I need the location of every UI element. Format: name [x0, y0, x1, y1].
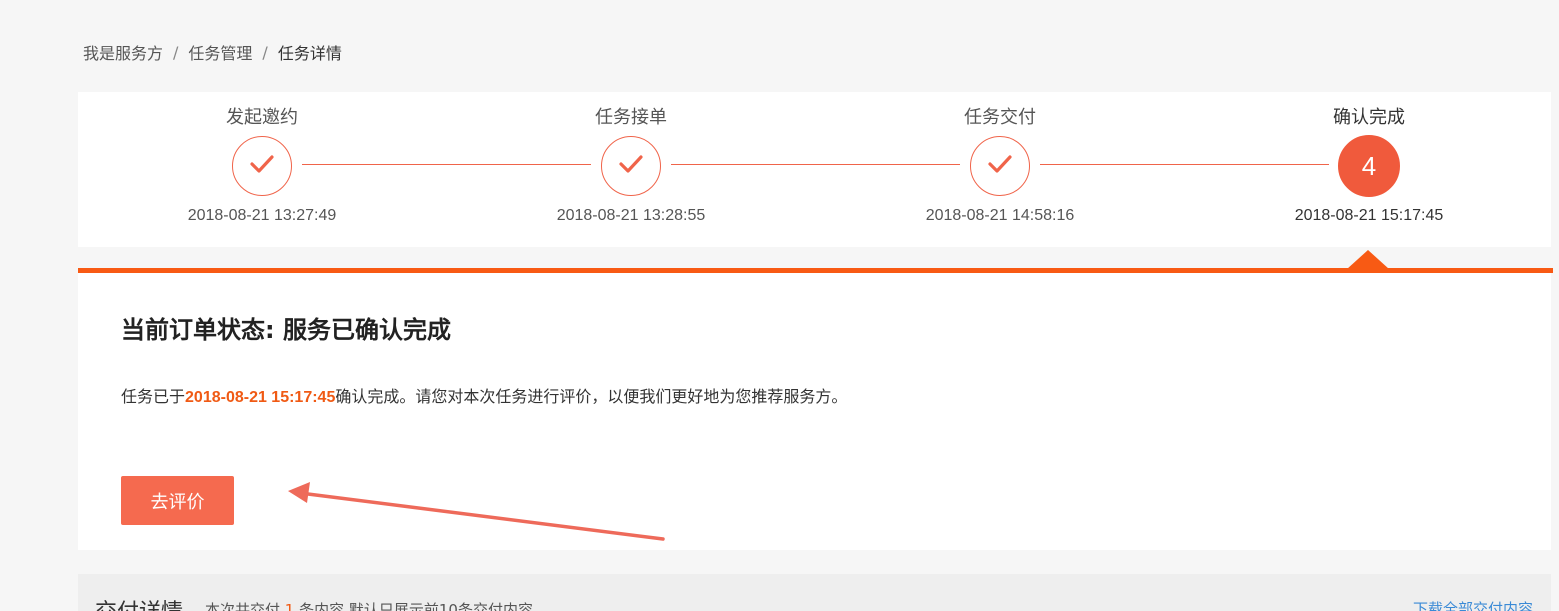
breadcrumb-item-task-detail: 任务详情: [277, 44, 342, 63]
check-icon: [249, 154, 275, 178]
step-circle: [970, 136, 1030, 196]
order-status-title: 当前订单状态: 服务已确认完成: [121, 316, 451, 344]
breadcrumb: 我是服务方 / 任务管理 / 任务详情: [83, 40, 342, 64]
delivery-description: 本次共交付 1 条内容,默认只展示前10条交付内容: [205, 599, 533, 611]
breadcrumb-item-provider[interactable]: 我是服务方: [83, 40, 163, 64]
status-highlight-time: 2018-08-21 15:17:45: [185, 389, 336, 406]
step-time: 2018-08-21 13:27:49: [187, 207, 337, 224]
step-circle-active: 4: [1338, 135, 1400, 197]
order-status-message: 任务已于2018-08-21 15:17:45确认完成。请您对本次任务进行评价，…: [121, 383, 847, 407]
step-number: 4: [1361, 150, 1377, 181]
breadcrumb-separator: /: [262, 42, 268, 62]
step-time: 2018-08-21 15:17:45: [1294, 207, 1444, 224]
delivery-count: 1: [284, 601, 295, 611]
step-circle: [232, 136, 292, 196]
step-label: 发起邀约: [226, 107, 298, 128]
step-circle: [601, 136, 661, 196]
step-label: 确认完成: [1333, 107, 1405, 128]
delivery-title: 交付详情: [95, 594, 183, 611]
delivery-desc-suffix: 条内容,默认只展示前10条交付内容: [299, 601, 533, 611]
delivery-desc-prefix: 本次共交付: [205, 601, 281, 611]
status-text-suffix: 确认完成。请您对本次任务进行评价，以便我们更好地为您推荐服务方。: [335, 387, 848, 406]
step-time: 2018-08-21 13:28:55: [556, 207, 706, 224]
step-connector: [671, 164, 960, 165]
annotation-arrow-icon: [288, 482, 665, 541]
breadcrumb-separator: /: [173, 42, 179, 62]
breadcrumb-item-task-management[interactable]: 任务管理: [188, 40, 252, 64]
download-all-link[interactable]: 下载全部交付内容: [1413, 598, 1533, 611]
step-label: 任务交付: [964, 107, 1036, 128]
step-connector: [302, 164, 591, 165]
active-step-caret: [1347, 250, 1389, 269]
progress-steps: 发起邀约 2018-08-21 13:27:49 任务接单 2018-08-21…: [78, 92, 1551, 247]
evaluate-button[interactable]: 去评价: [121, 476, 234, 525]
delivery-details-card: 交付详情 本次共交付 1 条内容,默认只展示前10条交付内容 下载全部交付内容: [78, 574, 1551, 611]
status-text-prefix: 任务已于: [121, 387, 186, 406]
step-connector: [1040, 164, 1329, 165]
check-icon: [618, 154, 644, 178]
check-icon: [987, 154, 1013, 178]
step-time: 2018-08-21 14:58:16: [925, 207, 1075, 224]
step-label: 任务接单: [595, 107, 667, 128]
